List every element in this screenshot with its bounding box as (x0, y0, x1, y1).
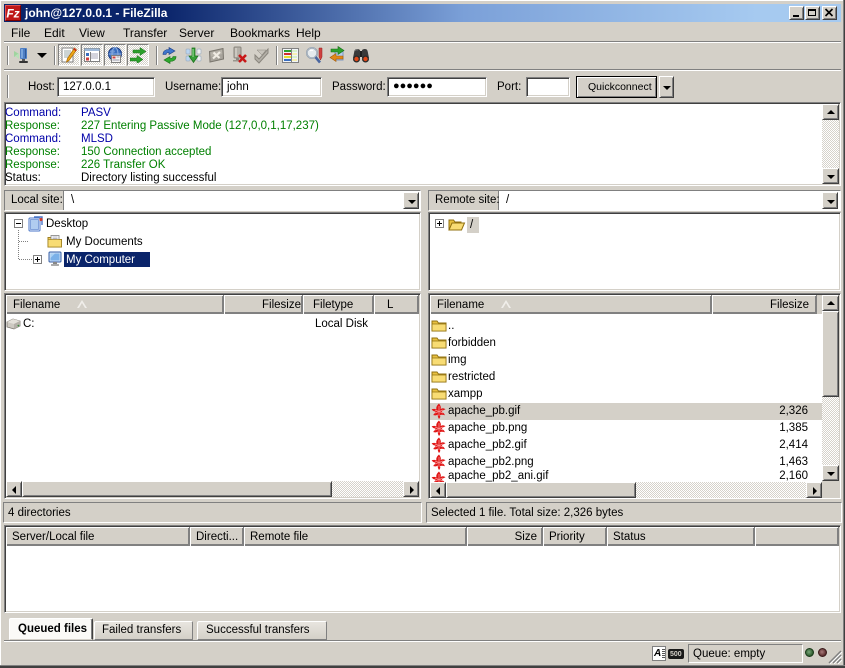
svg-text:Fz: Fz (6, 7, 19, 21)
